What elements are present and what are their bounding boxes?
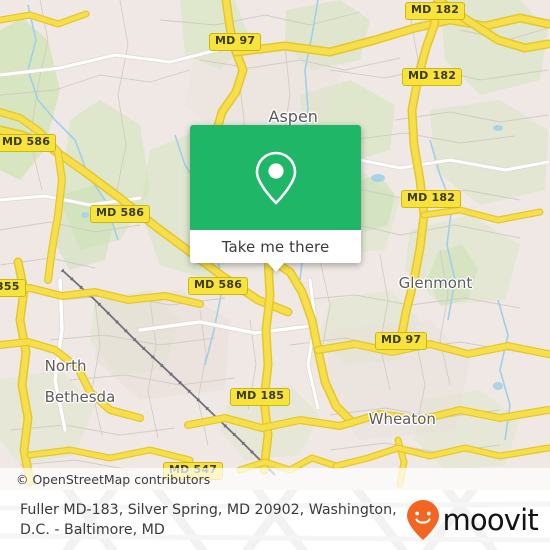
footer-content: Fuller MD-183, Silver Spring, MD 20902, …	[0, 490, 550, 550]
route-shield-md182-mid: MD 182	[401, 190, 462, 208]
route-shield-md97-north: MD 97	[209, 33, 262, 51]
take-me-there-button[interactable]: Take me there	[190, 230, 361, 272]
attribution-text: © OpenStreetMap contributors	[16, 471, 211, 487]
location-info-card[interactable]: Take me there	[190, 125, 361, 272]
route-shield-355: 355	[0, 279, 26, 297]
card-pointer-tail	[266, 262, 285, 272]
footer-bar: Fuller MD-183, Silver Spring, MD 20902, …	[0, 490, 550, 550]
moovit-logo[interactable]: moovit	[406, 499, 539, 541]
route-shield-md182-upper: MD 182	[402, 68, 463, 86]
moovit-wordmark: moovit	[442, 502, 538, 537]
route-shield-md586-west: MD 586	[0, 134, 57, 152]
card-pin-area	[190, 125, 361, 230]
route-shield-md97-south: MD 97	[375, 332, 428, 350]
route-shield-md586-mid: MD 586	[90, 205, 151, 223]
moovit-pin-smiley-icon	[407, 500, 440, 540]
map-attribution[interactable]: © OpenStreetMap contributors	[0, 468, 550, 490]
route-shield-md185: MD 185	[230, 388, 291, 406]
address-line-1: Fuller MD-183, Silver Spring, MD 20902, …	[20, 502, 397, 518]
map-canvas[interactable]: .park { fill:#cfe4b6; } .park2 { fill:#d…	[0, 0, 550, 490]
address-line-2: D.C. - Baltimore, MD	[20, 522, 165, 538]
map-pin-icon	[255, 151, 296, 204]
take-me-there-label: Take me there	[221, 237, 330, 256]
footer-address: Fuller MD-183, Silver Spring, MD 20902, …	[20, 500, 406, 540]
route-shield-md182-north: MD 182	[405, 2, 466, 20]
route-shield-md586-east: MD 586	[188, 277, 249, 295]
moovit-map-page: .park { fill:#cfe4b6; } .park2 { fill:#d…	[0, 0, 550, 550]
